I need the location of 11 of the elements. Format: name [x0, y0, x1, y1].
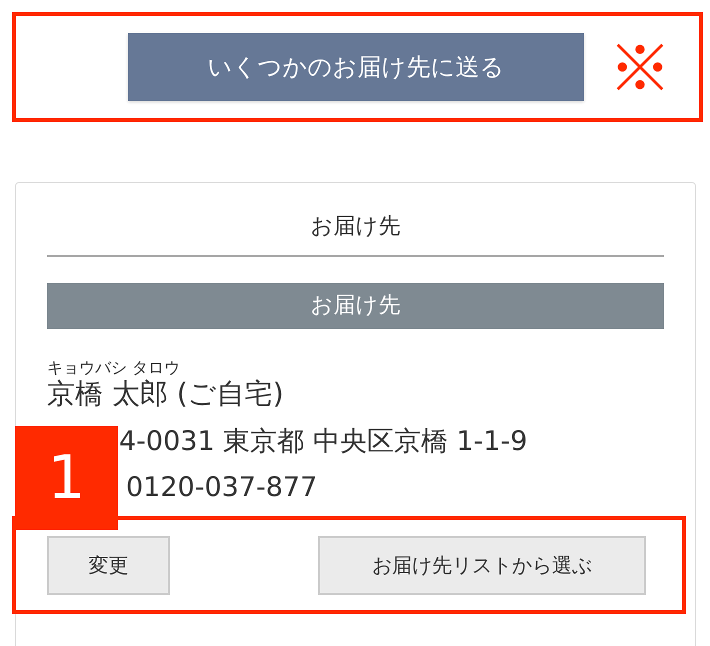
card-title: お届け先	[47, 183, 664, 257]
address-text: 4-0031 東京都 中央区京橋 1-1-9	[119, 425, 528, 459]
send-multiple-button[interactable]: いくつかのお届け先に送る	[128, 33, 584, 101]
change-button[interactable]: 変更	[47, 536, 170, 594]
phone-number: 0120-037-877	[126, 471, 318, 505]
name-reading: キョウバシ タロウ	[47, 359, 182, 377]
reference-mark-icon	[614, 41, 666, 93]
choose-from-list-button[interactable]: お届け先リストから選ぶ	[318, 536, 646, 594]
step-badge: 1	[15, 426, 118, 530]
recipient-name: 京橋 太郎 (ご自宅)	[47, 377, 285, 411]
section-header: お届け先	[47, 283, 664, 329]
